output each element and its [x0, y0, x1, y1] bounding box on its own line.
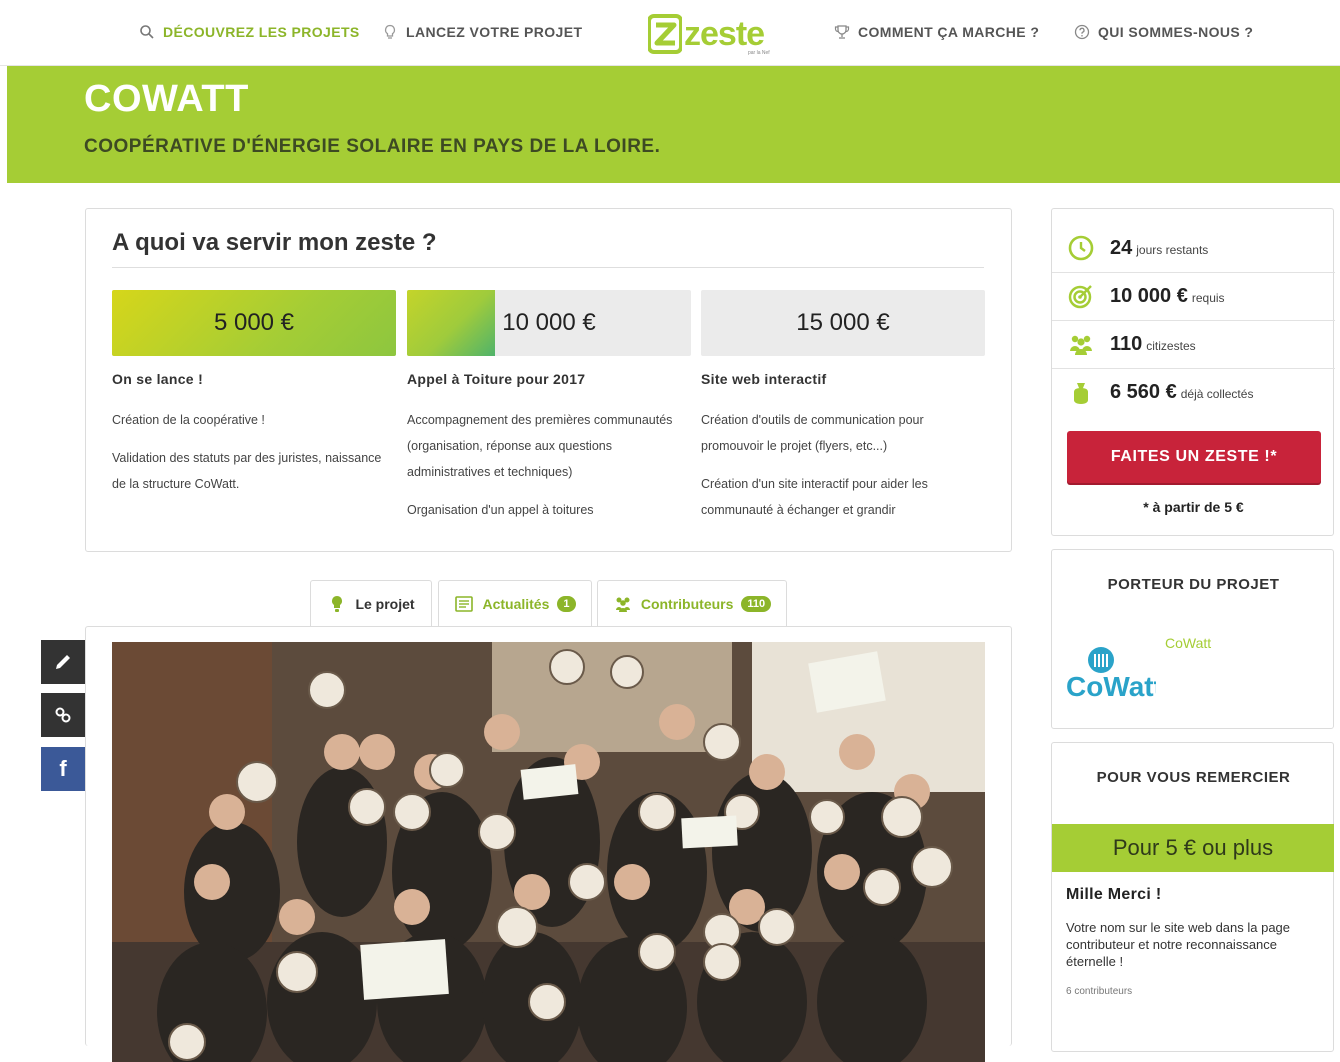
goals-divider — [112, 267, 984, 268]
goal-name: Site web interactif — [701, 371, 827, 387]
nav-launch-project[interactable]: Lancez votre projet — [382, 22, 582, 42]
goal-stat: 10 000 € requis — [1052, 272, 1335, 321]
clock-icon — [1068, 235, 1094, 261]
goal-progress-bar: 15 000 € — [701, 290, 985, 356]
money-bag-icon — [1074, 382, 1088, 404]
goal-amount: 15 000 € — [796, 309, 890, 336]
project-content-panel — [85, 626, 1012, 1062]
link-icon — [55, 707, 71, 723]
owner-name-link[interactable]: CoWatt — [1165, 635, 1211, 651]
facebook-icon: f — [59, 756, 67, 781]
team-photo-illustration — [112, 642, 985, 1062]
goal-description: Création d'outils de communication pour … — [701, 413, 924, 453]
backers-value: 110 — [1110, 332, 1143, 355]
goal-description: Accompagnement des premières communautés… — [407, 413, 673, 479]
goal-description: Organisation d'un appel à toitures — [407, 503, 594, 517]
collected-value: 6 560 € — [1110, 381, 1177, 403]
pencil-icon — [56, 655, 70, 669]
tab-project[interactable]: Le projet — [310, 580, 432, 627]
cowatt-logo-text: CoWatt — [1066, 671, 1156, 702]
news-count-badge: 1 — [557, 596, 576, 612]
nav-about-us[interactable]: Qui sommes-nous ? — [1074, 22, 1253, 42]
nav-discover-label: Découvrez les projets — [163, 24, 360, 40]
minimum-contribution-note: * à partir de 5 € — [1143, 499, 1244, 515]
nav-discover-projects[interactable]: Découvrez les projets — [139, 22, 360, 42]
newspaper-icon — [455, 596, 474, 612]
goal-name: Appel à Toiture pour 2017 — [407, 371, 586, 387]
project-banner: COWATT Coopérative d'énergie solaire en … — [7, 66, 1340, 183]
goals-title: A quoi va servir mon zeste ? — [112, 229, 437, 256]
project-owner-card: Porteur du projet CoWatt CoWatt — [1051, 549, 1334, 729]
rewards-title: Pour vous remercier — [1096, 769, 1291, 786]
question-circle-icon — [1074, 24, 1090, 40]
nav-how-label: Comment ça marche ? — [858, 24, 1040, 40]
reward-name: Mille Merci ! — [1066, 886, 1162, 903]
goal-tier: 5 000 € On se lance ! Création de la coo… — [112, 290, 396, 497]
project-team-photo — [112, 642, 985, 1062]
owner-title: Porteur du projet — [1107, 576, 1280, 593]
backers-stat: 110 citizestes — [1052, 320, 1335, 369]
lightbulb-icon — [332, 596, 343, 612]
cowatt-logo: CoWatt — [1066, 647, 1156, 702]
days-remaining-unit: jours restants — [1136, 242, 1209, 257]
target-icon — [1068, 285, 1092, 309]
goal-tier: 10 000 € Appel à Toiture pour 2017 Accom… — [407, 290, 691, 523]
tab-contributors-label: Contributeurs — [640, 596, 734, 612]
make-a-zeste-button[interactable]: FAITES UN ZESTE !* — [1067, 431, 1321, 483]
edit-button[interactable] — [41, 640, 85, 684]
goal-progress-bar: 10 000 € — [407, 290, 691, 356]
facebook-share-button[interactable]: f — [41, 747, 85, 791]
goal-description: Création d'un site interactif pour aider… — [701, 477, 928, 517]
people-group-icon — [615, 597, 630, 612]
reward-price[interactable]: Pour 5 € ou plus — [1052, 824, 1334, 872]
days-remaining-stat: 24 jours restants — [1052, 224, 1335, 273]
tab-contributors[interactable]: Contributeurs 110 — [597, 580, 787, 627]
zeste-byline: par la Nef — [748, 50, 770, 56]
reward-description: Votre nom sur le site web dans la page c… — [1066, 920, 1291, 969]
contributors-count-badge: 110 — [741, 596, 772, 612]
goal-progress-bar: 5 000 € — [112, 290, 396, 356]
goal-amount: 5 000 € — [213, 309, 295, 336]
backers-unit: citizestes — [1146, 338, 1196, 353]
search-icon — [140, 25, 154, 39]
project-title: COWATT — [84, 78, 249, 120]
campaign-stats-card: 24 jours restants 10 000 € requis 110 citiz… — [1051, 208, 1335, 536]
top-navigation: Découvrez les projets Lancez votre proje… — [0, 0, 1340, 66]
tab-news-label: Actualités — [482, 596, 550, 612]
goal-value: 10 000 € — [1110, 284, 1188, 307]
goal-amount: 10 000 € — [502, 309, 596, 336]
collected-stat: 6 560 € déjà collectés — [1052, 368, 1335, 417]
zeste-wordmark: zeste — [684, 15, 765, 53]
trophy-icon — [834, 25, 850, 39]
goal-description: Création de la coopérative ! — [112, 413, 265, 427]
tab-project-label: Le projet — [355, 596, 415, 612]
goal-name: On se lance ! — [112, 371, 204, 387]
lightbulb-icon — [384, 24, 396, 39]
nav-launch-label: Lancez votre projet — [406, 24, 583, 40]
nav-about-label: Qui sommes-nous ? — [1098, 24, 1254, 40]
tab-news[interactable]: Actualités 1 — [438, 580, 592, 627]
people-group-icon — [1070, 335, 1092, 355]
funding-goals-card: A quoi va servir mon zeste ? 5 000 € On … — [85, 208, 1012, 552]
project-subtitle: Coopérative d'énergie solaire en Pays de… — [84, 136, 661, 157]
goal-unit: requis — [1191, 290, 1225, 305]
copy-link-button[interactable] — [41, 693, 85, 737]
goal-description: Validation des statuts par des juristes,… — [112, 451, 382, 491]
zeste-z-mark — [648, 14, 682, 54]
reward-contributors-count: 6 contributeurs — [1066, 986, 1133, 997]
rewards-card: Pour vous remercier Pour 5 € ou plus Mil… — [1051, 742, 1334, 1052]
goal-tier: 15 000 € Site web interactif Création d'… — [701, 290, 985, 523]
days-remaining-value: 24 — [1110, 236, 1133, 259]
nav-how-it-works[interactable]: Comment ça marche ? — [834, 22, 1039, 42]
collected-unit: déjà collectés — [1180, 387, 1254, 401]
zeste-logo[interactable]: zeste par la Nef — [648, 10, 780, 58]
